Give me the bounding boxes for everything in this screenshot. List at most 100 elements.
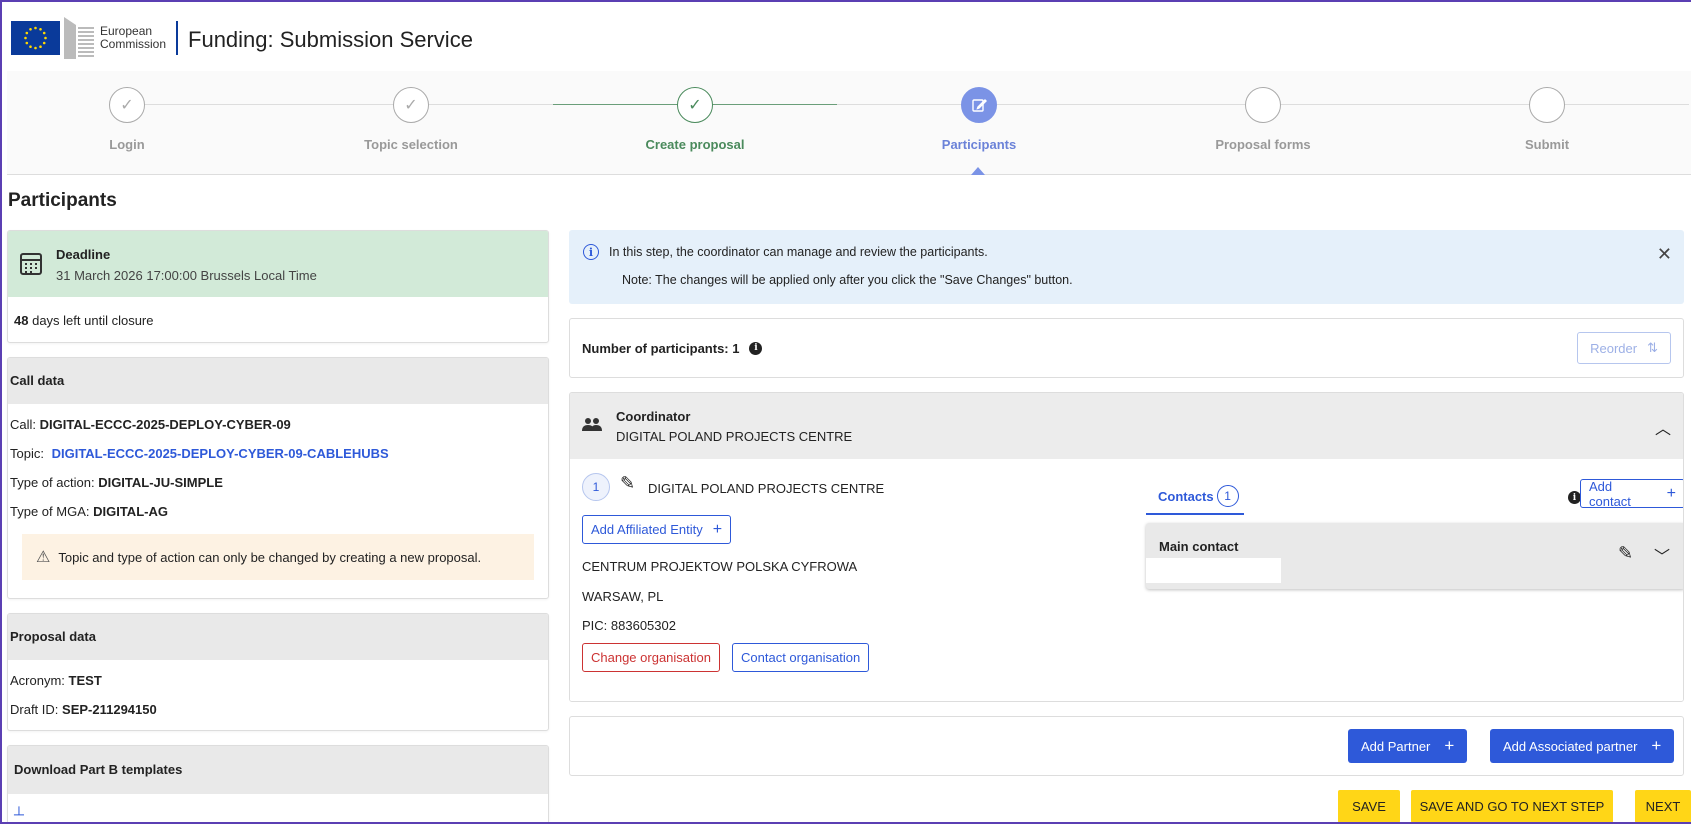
commission-building-icon (62, 15, 96, 61)
add-associated-label: Add Associated partner (1503, 738, 1638, 754)
topic-link[interactable]: DIGITAL-ECCC-2025-DEPLOY-CYBER-09-CABLEH… (52, 446, 389, 461)
step-connector (837, 104, 979, 105)
step-label: Proposal forms (1215, 137, 1311, 152)
acronym-value: TEST (68, 673, 102, 688)
info-banner-line1: In this step, the coordinator can manage… (609, 245, 988, 259)
draft-id-row: Draft ID: SEP-211294150 (10, 695, 546, 724)
coordinator-name: DIGITAL POLAND PROJECTS CENTRE (616, 428, 853, 444)
tab-contacts[interactable]: Contacts 1 (1146, 479, 1244, 515)
add-contact-button[interactable]: Add contact + (1580, 478, 1683, 509)
proposal-data-card: Proposal data Acronym: TEST Draft ID: SE… (7, 613, 549, 731)
step-submit[interactable]: Submit (1405, 71, 1689, 175)
step-connector (553, 104, 695, 105)
edit-pencil-icon[interactable]: ✎ (620, 473, 635, 494)
plus-icon: + (712, 520, 723, 538)
warning-text: Topic and type of action can only be cha… (58, 549, 482, 565)
ec-logo[interactable]: European Commission (7, 15, 176, 61)
main-content: i In this step, the coordinator can mana… (569, 230, 1684, 776)
save-button[interactable]: SAVE (1338, 790, 1400, 823)
step-connector (1121, 104, 1263, 105)
topic-label: Topic: (10, 446, 44, 461)
mga-type-label: Type of MGA: (10, 504, 90, 519)
contacts-tab-label: Contacts (1158, 488, 1214, 504)
edit-icon (961, 87, 997, 123)
call-data-heading: Call data (8, 358, 548, 404)
contact-organisation-button[interactable]: Contact organisation (732, 643, 870, 672)
plus-icon: + (1666, 484, 1676, 502)
main-contact-row[interactable]: Main contact ✎ ﹀ (1146, 523, 1683, 589)
progress-stepper: ✓ Login ✓ Topic selection ✓ Create propo… (7, 71, 1691, 175)
step-circle (1529, 87, 1565, 123)
contacts-count-badge: 1 (1216, 485, 1239, 507)
participants-count-label: Number of participants: 1 (582, 340, 740, 356)
action-type-row: Type of action: DIGITAL-JU-SIMPLE (10, 468, 546, 497)
save-and-next-button[interactable]: SAVE AND GO TO NEXT STEP (1411, 790, 1613, 823)
left-sidebar: Deadline 31 March 2026 17:00:00 Brussels… (7, 230, 549, 824)
check-icon: ✓ (109, 87, 145, 123)
next-button[interactable]: NEXT (1635, 790, 1691, 823)
step-proposal-forms[interactable]: Proposal forms (1121, 71, 1405, 175)
step-participants[interactable]: Participants (837, 71, 1121, 175)
action-type-label: Type of action: (10, 475, 95, 490)
info-icon: i (583, 244, 599, 260)
step-connector (695, 104, 837, 105)
app-title: Funding: Submission Service (188, 27, 473, 52)
chevron-up-icon[interactable]: ︿ (1655, 415, 1671, 439)
chevron-down-icon[interactable]: ﹀ (1654, 543, 1670, 567)
acronym-label: Acronym: (10, 673, 65, 688)
sort-arrows-icon: ⇅ (1647, 340, 1658, 355)
ec-name-line2: Commission (100, 37, 167, 51)
page-title: Participants (8, 190, 117, 211)
step-connector (1263, 104, 1405, 105)
contacts-tabbar: Contacts 1 i Add contact + (1146, 478, 1683, 517)
edit-pencil-icon[interactable]: ✎ (1618, 543, 1633, 564)
coordinator-header[interactable]: Coordinator DIGITAL POLAND PROJECTS CENT… (570, 393, 1683, 459)
plus-icon: + (1651, 736, 1662, 755)
step-connector (979, 104, 1121, 105)
people-icon (582, 417, 602, 436)
call-data-card: Call data Call: DIGITAL-ECCC-2025-DEPLOY… (7, 357, 549, 599)
deadline-header: Deadline 31 March 2026 17:00:00 Brussels… (8, 231, 548, 297)
org-pic: PIC: 883605302 (582, 618, 676, 633)
deadline-card: Deadline 31 March 2026 17:00:00 Brussels… (7, 230, 549, 343)
main-contact-label: Main contact (1159, 539, 1239, 554)
download-icon[interactable]: ┴ (14, 806, 24, 822)
step-circle (1245, 87, 1281, 123)
step-login[interactable]: ✓ Login (0, 71, 269, 175)
step-create-proposal[interactable]: ✓ Create proposal (553, 71, 837, 175)
warning-icon: ⚠ (36, 549, 51, 566)
contacts-section: Contacts 1 i Add contact + Main contact … (1146, 459, 1683, 701)
change-organisation-button[interactable]: Change organisation (582, 643, 720, 672)
step-topic-selection[interactable]: ✓ Topic selection (269, 71, 553, 175)
plus-icon: + (1444, 736, 1455, 755)
ec-name: European Commission (100, 25, 166, 51)
call-label: Call: (10, 417, 37, 432)
add-associated-partner-button[interactable]: Add Associated partner + (1490, 729, 1675, 763)
info-banner: i In this step, the coordinator can mana… (569, 230, 1684, 304)
info-icon[interactable]: i (749, 341, 763, 355)
step-connector (269, 104, 411, 105)
main-contact-value (1146, 558, 1281, 583)
add-partner-button[interactable]: Add Partner + (1348, 729, 1468, 763)
coordinator-details: 1 ✎ DIGITAL POLAND PROJECTS CENTRE Add A… (570, 459, 1683, 701)
add-affiliated-label: Add Affiliated Entity (591, 522, 703, 537)
coordinator-panel: Coordinator DIGITAL POLAND PROJECTS CENT… (569, 392, 1684, 702)
step-label: Submit (1524, 137, 1570, 152)
current-step-caret-icon (971, 167, 985, 175)
add-affiliated-entity-button[interactable]: Add Affiliated Entity + (582, 515, 732, 544)
days-left-number: 48 (14, 313, 29, 328)
draft-id-label: Draft ID: (10, 702, 59, 717)
proposal-data-heading: Proposal data (8, 614, 548, 660)
add-contact-label: Add contact (1589, 478, 1631, 509)
step-connector (127, 104, 269, 105)
step-label: Create proposal (645, 137, 745, 152)
participant-org-name: DIGITAL POLAND PROJECTS CENTRE (648, 481, 885, 496)
close-icon[interactable]: ✕ (1657, 244, 1672, 265)
deadline-date: 31 March 2026 17:00:00 Brussels Local Ti… (56, 268, 317, 283)
days-left: 48 days left until closure (8, 297, 548, 342)
call-row: Call: DIGITAL-ECCC-2025-DEPLOY-CYBER-09 (10, 410, 546, 439)
download-templates-heading[interactable]: Download Part B templates (8, 746, 548, 794)
add-partner-label: Add Partner (1361, 738, 1431, 754)
check-icon: ✓ (677, 87, 713, 123)
reorder-button[interactable]: Reorder ⇅ (1577, 332, 1671, 364)
